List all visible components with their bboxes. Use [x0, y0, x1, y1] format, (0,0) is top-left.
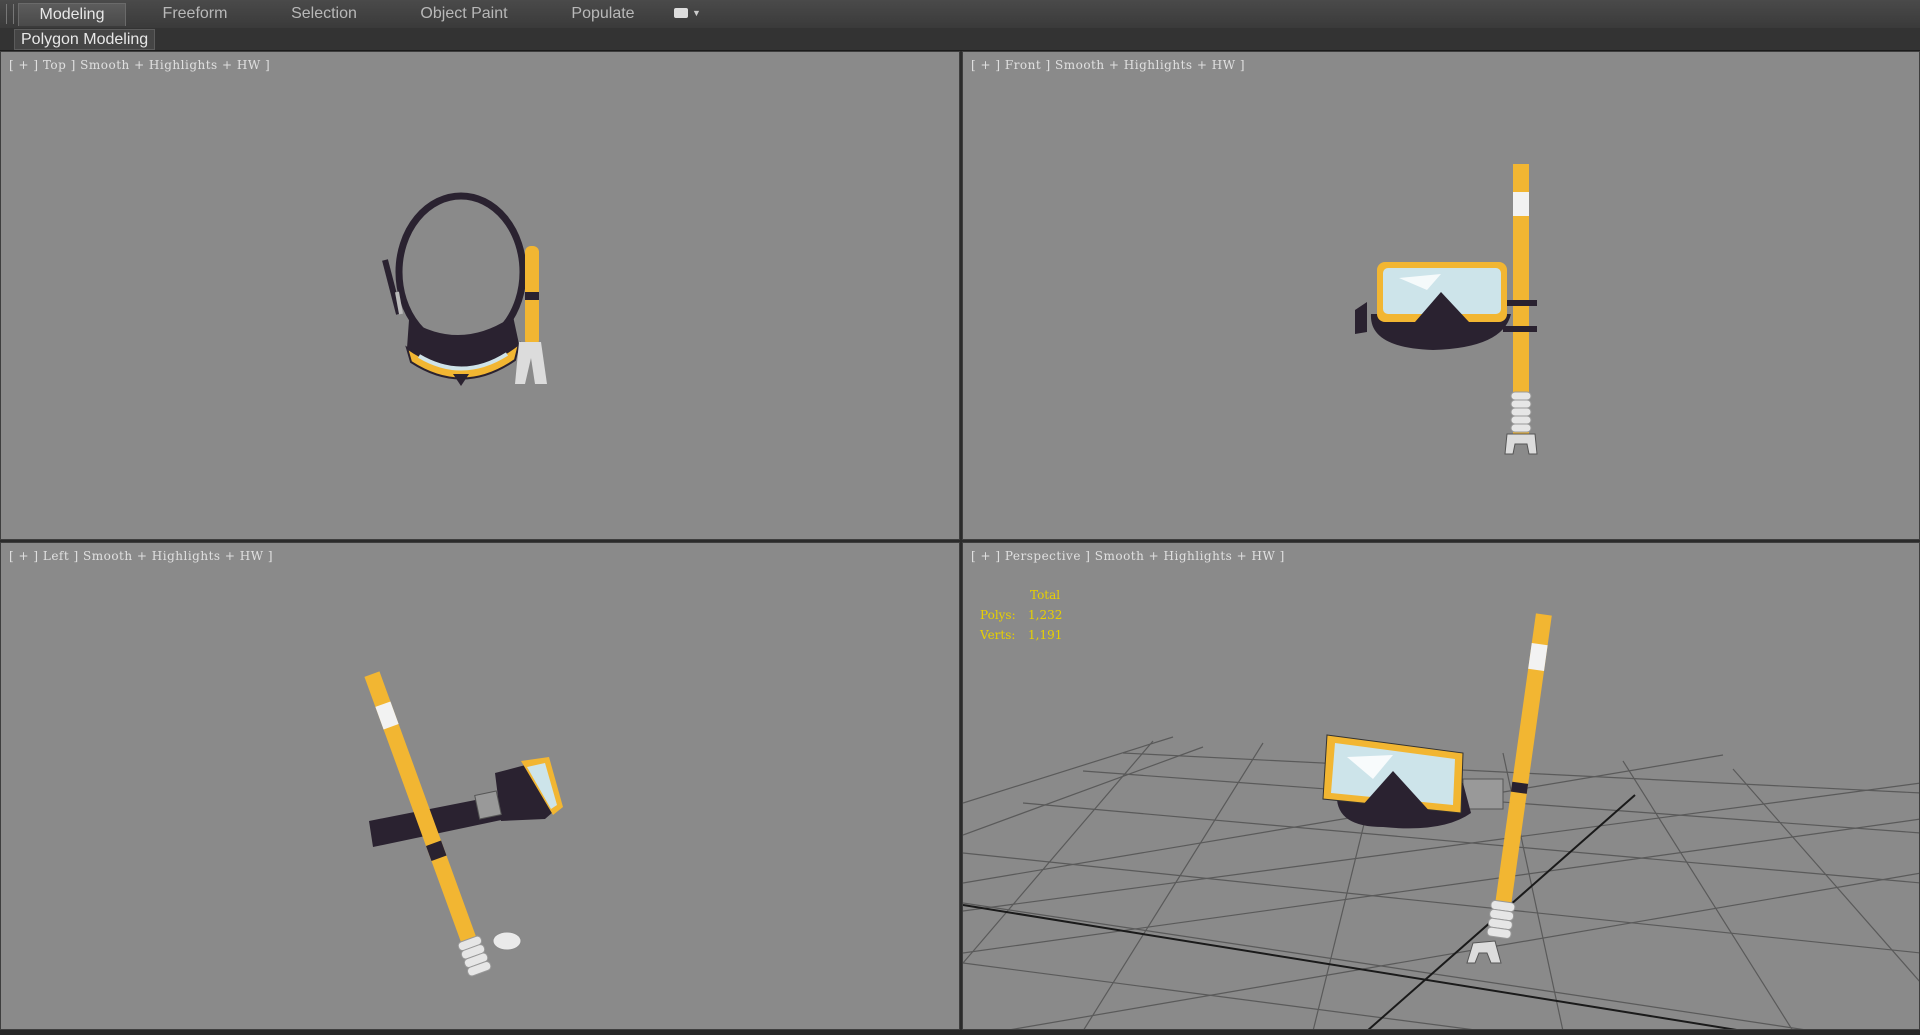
viewport-left[interactable]: [ + ] Left ] Smooth + Highlights + HW ] [0, 542, 960, 1030]
viewport-perspective[interactable]: [ + ] Perspective ] Smooth + Highlights … [962, 542, 1920, 1030]
ribbon-panel-bar: Polygon Modeling [0, 28, 1920, 51]
tab-freeform[interactable]: Freeform [140, 3, 250, 25]
ribbon-tab-bar: Modeling Freeform Selection Object Paint… [0, 0, 1920, 29]
ribbon-grip-handle[interactable] [6, 4, 14, 24]
display-options-icon [674, 8, 688, 18]
left-view-model [364, 671, 563, 977]
chevron-down-icon: ▼ [692, 8, 701, 18]
top-view-model [382, 192, 547, 386]
tab-object-paint[interactable]: Object Paint [400, 3, 528, 25]
viewport-front[interactable]: [ + ] Front ] Smooth + Highlights + HW ] [962, 51, 1920, 540]
ribbon-options-button[interactable]: ▼ [674, 6, 702, 22]
viewport-top[interactable]: [ + ] Top ] Smooth + Highlights + HW ] [0, 51, 960, 540]
tab-modeling[interactable]: Modeling [18, 3, 126, 26]
bottom-status-strip [0, 1030, 1920, 1035]
perspective-view-model [963, 613, 1919, 1029]
tab-populate[interactable]: Populate [548, 3, 658, 25]
polygon-modeling-button[interactable]: Polygon Modeling [14, 29, 156, 50]
front-view-model [1355, 164, 1538, 455]
tab-selection[interactable]: Selection [268, 3, 380, 25]
